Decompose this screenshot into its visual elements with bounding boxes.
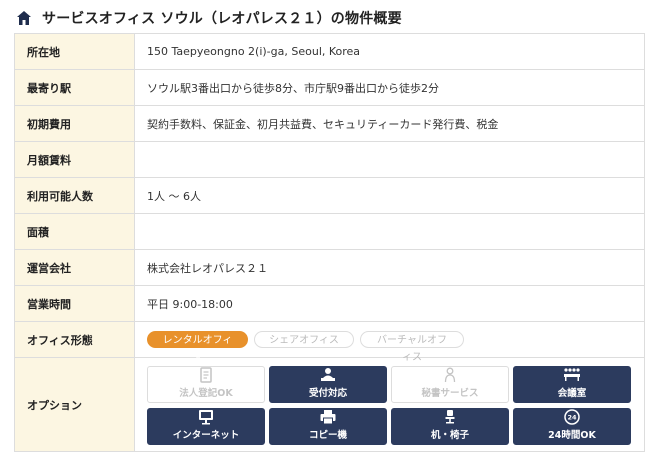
station-label: 最寄り駅 xyxy=(14,70,135,105)
option-label: コピー機 xyxy=(308,430,347,441)
row-office-type: オフィス形態 レンタルオフィス シェアオフィス バーチャルオフィス xyxy=(14,322,645,363)
row-capacity: 利用可能人数 1人 〜 6人 xyxy=(14,178,645,214)
option-label: インターネット xyxy=(172,430,240,441)
capacity-label: 利用可能人数 xyxy=(14,178,135,213)
option-desk-chair[interactable]: 机・椅子 xyxy=(391,408,509,445)
option-meeting-room[interactable]: 会議室 xyxy=(513,366,631,403)
row-area: 面積 xyxy=(14,214,645,250)
address-value: 150 Taepyeongno 2(i)-ga, Seoul, Korea xyxy=(135,34,645,69)
operator-value: 株式会社レオパレス２１ xyxy=(135,250,645,285)
option-internet[interactable]: インターネット xyxy=(147,408,265,445)
option-reception[interactable]: 受付対応 xyxy=(269,366,387,403)
options-label: オプション xyxy=(14,358,135,451)
meeting-room-icon xyxy=(564,368,580,381)
row-hours: 営業時間 平日 9:00-18:00 xyxy=(14,286,645,322)
document-icon xyxy=(200,367,212,383)
hours-value: 平日 9:00-18:00 xyxy=(135,286,645,321)
printer-icon xyxy=(320,410,336,425)
secretary-icon xyxy=(444,367,456,383)
option-secretary[interactable]: 秘書サービス xyxy=(391,366,509,403)
reception-icon xyxy=(321,368,335,381)
row-initial-cost: 初期費用 契約手数料、保証金、初月共益費、セキュリティーカード発行費、税金 xyxy=(14,106,645,142)
option-label: 会議室 xyxy=(557,388,587,399)
initial-cost-value: 契約手数料、保証金、初月共益費、セキュリティーカード発行費、税金 xyxy=(135,106,645,141)
area-label: 面積 xyxy=(14,214,135,249)
row-address: 所在地 150 Taepyeongno 2(i)-ga, Seoul, Kore… xyxy=(14,34,645,70)
initial-cost-label: 初期費用 xyxy=(14,106,135,141)
capacity-value: 1人 〜 6人 xyxy=(135,178,645,213)
monthly-rent-value xyxy=(135,142,645,177)
row-monthly-rent: 月額賃料 xyxy=(14,142,645,178)
home-icon xyxy=(17,11,31,25)
option-label: 24時間OK xyxy=(548,430,596,441)
page-header: サービスオフィス ソウル（レオパレス２１）の物件概要 xyxy=(0,0,650,36)
option-label: 机・椅子 xyxy=(430,430,469,441)
office-type-share[interactable]: シェアオフィス xyxy=(254,331,354,348)
page-title: サービスオフィス ソウル（レオパレス２１）の物件概要 xyxy=(42,11,402,27)
clock-24-icon: 24 xyxy=(564,409,580,425)
address-label: 所在地 xyxy=(14,34,135,69)
row-options: オプション 法人登記OK 受付対応 秘書サービス 会議室 インターネット コピー… xyxy=(14,358,645,452)
operator-label: 運営会社 xyxy=(14,250,135,285)
option-label: 秘書サービス xyxy=(421,388,479,399)
option-label: 受付対応 xyxy=(308,388,347,399)
options-value: 法人登記OK 受付対応 秘書サービス 会議室 インターネット コピー機 机・椅子… xyxy=(135,358,645,451)
office-type-value: レンタルオフィス シェアオフィス バーチャルオフィス xyxy=(135,322,645,363)
row-station: 最寄り駅 ソウル駅3番出口から徒歩8分、市庁駅9番出口から徒歩2分 xyxy=(14,70,645,106)
option-corporate-registration[interactable]: 法人登記OK xyxy=(147,366,265,403)
office-type-label: オフィス形態 xyxy=(14,322,135,357)
monitor-icon xyxy=(199,410,213,425)
monthly-rent-label: 月額賃料 xyxy=(14,142,135,177)
property-overview-table: 所在地 150 Taepyeongno 2(i)-ga, Seoul, Kore… xyxy=(14,33,645,452)
chair-icon xyxy=(445,410,455,424)
row-operator: 運営会社 株式会社レオパレス２１ xyxy=(14,250,645,286)
option-24-hours[interactable]: 24 24時間OK xyxy=(513,408,631,445)
office-type-rental[interactable]: レンタルオフィス xyxy=(147,331,248,363)
hours-label: 営業時間 xyxy=(14,286,135,321)
option-label: 法人登記OK xyxy=(179,388,233,399)
options-grid: 法人登記OK 受付対応 秘書サービス 会議室 インターネット コピー機 机・椅子… xyxy=(147,358,631,451)
office-type-virtual[interactable]: バーチャルオフィス xyxy=(360,331,464,363)
area-value xyxy=(135,214,645,249)
option-copier[interactable]: コピー機 xyxy=(269,408,387,445)
svg-text:24: 24 xyxy=(567,414,577,422)
station-value: ソウル駅3番出口から徒歩8分、市庁駅9番出口から徒歩2分 xyxy=(135,70,645,105)
